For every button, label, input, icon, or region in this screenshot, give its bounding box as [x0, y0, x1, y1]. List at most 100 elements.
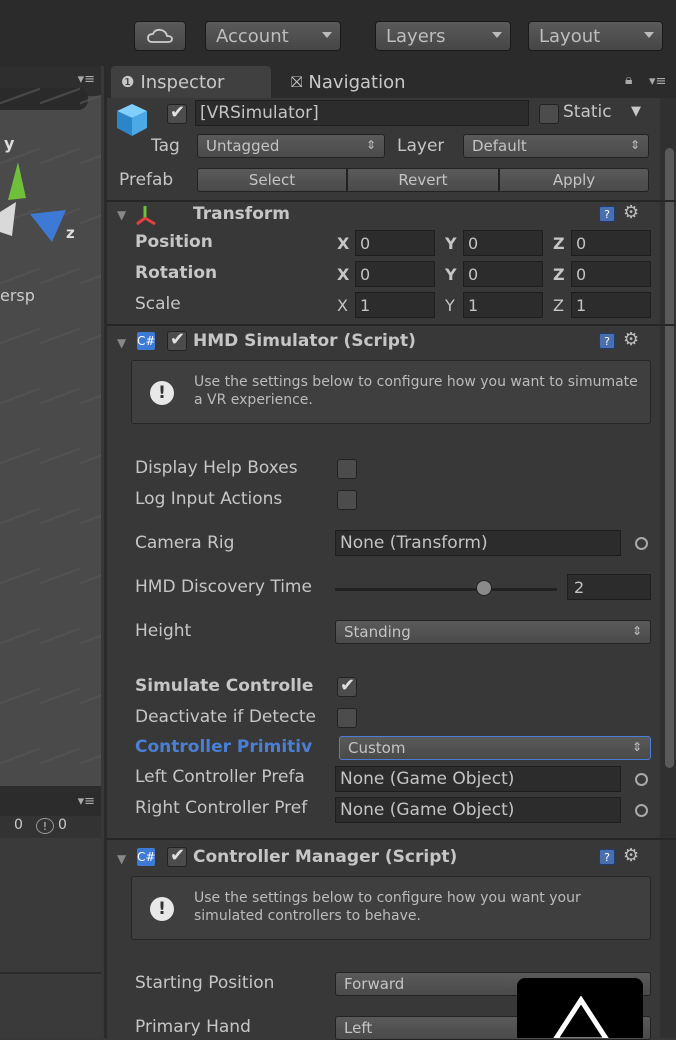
axis-z-label: z [66, 224, 75, 242]
divider [0, 972, 101, 974]
scrollbar[interactable] [660, 98, 676, 1038]
controller-help-box: ! Use the settings below to configure ho… [131, 876, 651, 940]
foldout-icon[interactable]: ▼ [117, 336, 126, 350]
warning-count[interactable]: 0 [58, 817, 67, 833]
axis-y-label: y [4, 134, 15, 153]
simulate-controllers-checkbox[interactable] [337, 675, 357, 697]
info-icon: ❶ [121, 73, 135, 91]
left-prefab-field[interactable]: None (Game Object) [335, 766, 621, 792]
left-prefab-label: Left Controller Prefa [135, 767, 305, 787]
camera-rig-label: Camera Rig [135, 533, 235, 553]
layout-dropdown[interactable]: Layout [528, 21, 663, 51]
panel-menu-icon[interactable]: ▾≡ [78, 794, 95, 809]
perspective-label: ersp [0, 286, 35, 305]
scrollbar-thumb[interactable] [665, 148, 674, 768]
static-checkbox[interactable] [539, 104, 559, 124]
chevron-down-icon [492, 32, 502, 38]
object-picker-icon[interactable] [635, 804, 648, 817]
layer-value: Default [472, 137, 527, 155]
primary-hand-value: Left [344, 1019, 373, 1037]
chevron-down-icon[interactable]: ▼ [631, 104, 641, 119]
x-label: X [337, 265, 350, 284]
script-icon: C# [137, 848, 156, 866]
right-prefab-field[interactable]: None (Game Object) [335, 797, 621, 823]
account-label: Account [216, 25, 289, 47]
height-label: Height [135, 621, 192, 641]
active-checkbox[interactable] [167, 102, 187, 124]
updown-icon: ⇕ [629, 138, 640, 152]
prefab-revert-button[interactable]: Revert [347, 168, 499, 192]
foldout-icon[interactable]: ▼ [117, 208, 126, 222]
help-book-icon[interactable]: ? [599, 206, 615, 222]
tab-inspector-label: Inspector [140, 71, 225, 93]
gear-icon[interactable]: ⚙ [623, 845, 639, 866]
lock-icon[interactable]: 🔒︎ [625, 72, 632, 88]
rotation-z-field[interactable]: 0 [571, 261, 651, 287]
right-prefab-label: Right Controller Pref [135, 798, 308, 818]
log-input-checkbox[interactable] [337, 490, 357, 510]
log-count[interactable]: 0 [14, 817, 23, 833]
x-label: X [337, 296, 348, 315]
console-counts: 0 ! 0 [0, 816, 101, 838]
prefab-select-button[interactable]: Select [197, 168, 347, 192]
rotation-y-field[interactable]: 0 [463, 261, 543, 287]
divider [107, 324, 676, 326]
chevron-down-icon [644, 32, 654, 38]
hmd-discovery-slider[interactable] [335, 588, 557, 591]
slider-thumb[interactable] [475, 580, 492, 596]
camera-rig-field[interactable]: None (Transform) [335, 530, 621, 556]
scale-label: Scale [135, 294, 181, 314]
layer-dropdown[interactable]: Default ⇕ [463, 134, 649, 158]
object-name-field[interactable]: [VRSimulator] [195, 100, 529, 126]
position-z-field[interactable]: 0 [571, 230, 651, 256]
cloud-icon [147, 28, 173, 43]
tab-navigation[interactable]: ⛝ Navigation [291, 66, 471, 98]
controller-primitive-label: Controller Primitiv [135, 737, 313, 757]
layer-label: Layer [397, 136, 445, 156]
controller-primitive-dropdown[interactable]: Custom ⇕ [339, 736, 651, 760]
panel-menu-icon[interactable]: ▾≡ [649, 74, 666, 89]
help-book-icon[interactable]: ? [599, 849, 615, 865]
scale-x-field[interactable]: 1 [355, 292, 435, 318]
deactivate-checkbox[interactable] [337, 708, 357, 728]
object-picker-icon[interactable] [635, 773, 648, 786]
scale-z-field[interactable]: 1 [571, 292, 651, 318]
deactivate-label: Deactivate if Detecte [135, 707, 316, 727]
static-label: Static [563, 102, 612, 122]
hmd-help-box: ! Use the settings below to configure ho… [131, 360, 651, 424]
scene-view[interactable]: ▾≡ y z ersp [0, 66, 101, 786]
y-label: Y [445, 296, 455, 315]
account-dropdown[interactable]: Account [205, 21, 341, 51]
controller-enabled-checkbox[interactable] [167, 845, 187, 867]
primary-hand-label: Primary Hand [135, 1017, 251, 1037]
layout-label: Layout [539, 25, 601, 47]
scale-y-field[interactable]: 1 [463, 292, 543, 318]
z-label: Z [553, 296, 564, 315]
updown-icon: ⇕ [365, 138, 376, 152]
rotation-x-field[interactable]: 0 [355, 261, 435, 287]
tag-dropdown[interactable]: Untagged ⇕ [197, 134, 385, 158]
layers-dropdown[interactable]: Layers [375, 21, 511, 51]
tab-inspector[interactable]: ❶ Inspector [111, 66, 271, 98]
position-x-field[interactable]: 0 [355, 230, 435, 256]
scene-gizmo-icon[interactable] [0, 152, 90, 252]
gear-icon[interactable]: ⚙ [623, 329, 639, 350]
gear-icon[interactable]: ⚙ [623, 202, 639, 223]
prefab-apply-button[interactable]: Apply [499, 168, 649, 192]
object-picker-icon[interactable] [635, 537, 648, 550]
tag-value: Untagged [206, 137, 280, 155]
height-value: Standing [344, 623, 411, 641]
hmd-enabled-checkbox[interactable] [167, 329, 187, 351]
position-y-field[interactable]: 0 [463, 230, 543, 256]
hmd-discovery-field[interactable]: 2 [567, 574, 651, 600]
display-help-label: Display Help Boxes [135, 458, 298, 478]
height-dropdown[interactable]: Standing ⇕ [335, 620, 651, 644]
hmd-discovery-label: HMD Discovery Time [135, 577, 312, 597]
display-help-checkbox[interactable] [337, 459, 357, 479]
foldout-icon[interactable]: ▼ [117, 852, 126, 866]
starting-position-label: Starting Position [135, 973, 275, 993]
cloud-button[interactable] [134, 21, 186, 51]
simulate-controllers-label: Simulate Controlle [135, 676, 314, 696]
updown-icon: ⇕ [631, 740, 642, 754]
help-book-icon[interactable]: ? [599, 333, 615, 349]
